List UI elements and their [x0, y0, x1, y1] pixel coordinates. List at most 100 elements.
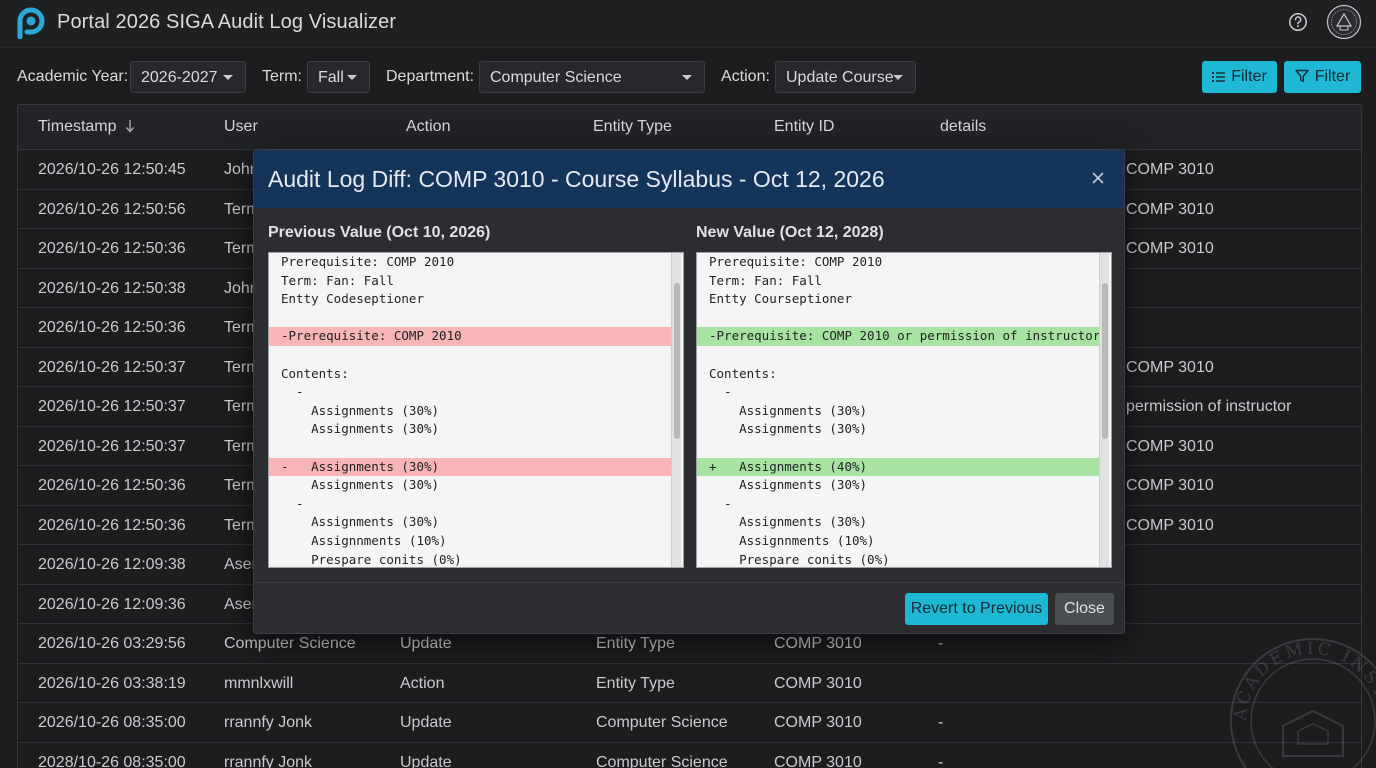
entity-type-cell: Entity Type: [596, 674, 675, 692]
scroll-thumb[interactable]: [1102, 283, 1108, 439]
department-select[interactable]: Computer Science: [479, 61, 705, 93]
institution-seal-icon[interactable]: [1326, 4, 1362, 40]
details-cell: -: [938, 714, 944, 731]
previous-value-pane[interactable]: Prerequisite: COMP 2010 Term: Fan: Fall En…: [268, 252, 684, 568]
chevron-down-icon: [682, 75, 692, 80]
action-cell: Update: [400, 753, 452, 768]
details-cell: -: [938, 635, 944, 652]
entity-id-cell: COMP 3010: [774, 674, 862, 692]
action-cell: Update: [400, 714, 452, 731]
timestamp-cell: 2026/10-26 12:50:56: [38, 200, 186, 218]
action-cell: Update: [400, 635, 452, 652]
deleted-line: - Assignments (30%): [269, 457, 671, 477]
action-label: Action:: [721, 68, 770, 85]
timestamp-cell: 2026/10-26 03:29:56: [38, 635, 186, 652]
action-cell: Action: [400, 674, 445, 692]
timestamp-cell: 2026/10-26 03:38:19: [38, 674, 186, 692]
code-line: -: [281, 495, 304, 511]
action-value: Update Course: [786, 69, 894, 86]
table-row[interactable]: 2026/10-26 03:38:19 mmnlxwill Action Entity…: [18, 664, 1361, 703]
code-line: Entty Courseptioner: [709, 291, 852, 307]
close-button[interactable]: Close: [1055, 593, 1114, 625]
code-line: Assignnments (10%): [281, 532, 447, 548]
chevron-down-icon: [347, 75, 357, 80]
deleted-line: -Prerequisite: COMP 2010: [269, 327, 671, 346]
filter-list-button[interactable]: Filter: [1202, 61, 1277, 93]
new-scrollbar[interactable]: [1099, 253, 1109, 567]
entity-id-cell: COMP 3010: [774, 635, 862, 652]
code-line: Contents:: [281, 365, 349, 381]
details-cell: -: [938, 753, 944, 768]
sort-down-icon[interactable]: [125, 119, 135, 133]
action-select[interactable]: Update Course: [775, 61, 916, 93]
modal-header: Audit Log Diff: COMP 3010 - Course Sylla…: [254, 150, 1124, 208]
funnel-icon: [1295, 69, 1309, 83]
term-value: Fall: [318, 69, 344, 86]
timestamp-cell: 2026/10-26 12:50:36: [38, 477, 186, 494]
previous-scrollbar[interactable]: [671, 253, 681, 567]
modal-footer: Revert to Previous Close: [254, 582, 1124, 634]
academic-year-select[interactable]: 2026-2027: [130, 61, 246, 93]
timestamp-cell: 2026/10-26 12:50:37: [38, 437, 186, 455]
department-value: Computer Science: [490, 69, 622, 86]
modal-title: Audit Log Diff: COMP 3010 - Course Sylla…: [268, 166, 885, 192]
timestamp-cell: 2026/10-26 12:50:36: [38, 319, 186, 336]
code-line: Assignments (30%): [709, 402, 868, 418]
scroll-thumb[interactable]: [674, 283, 680, 439]
user-cell: mmnlxwill: [224, 674, 294, 692]
code-line: Assignments (30%): [281, 514, 440, 530]
timestamp-cell: 2026/10-26 08:35:00: [38, 714, 186, 731]
close-icon[interactable]: [1090, 170, 1106, 186]
user-cell: rrannfy Jonk: [224, 714, 313, 731]
code-line: Assignments (30%): [281, 477, 440, 493]
timestamp-cell: 2026/10-26 12:50:37: [38, 358, 186, 376]
help-icon[interactable]: [1288, 12, 1308, 32]
new-code-block: Prerequisite: COMP 2010 Term: Fan: Fall En…: [697, 253, 1100, 567]
table-row[interactable]: 2026/10-26 08:35:00 rrannfy Jonk Update Com…: [18, 703, 1361, 743]
column-header-user[interactable]: User: [224, 118, 258, 136]
column-header-entity-type[interactable]: Entity Type: [593, 118, 672, 136]
code-line: -: [281, 384, 304, 400]
timestamp-cell: 2026/10-26 12:50:38: [38, 279, 186, 297]
list-icon: [1212, 72, 1226, 82]
portal-logo-icon[interactable]: [16, 7, 46, 39]
new-value-pane[interactable]: Prerequisite: COMP 2010 Term: Fan: Fall En…: [696, 252, 1112, 568]
details-cell: COMP 3010: [1126, 240, 1214, 257]
academic-year-value: 2026-2027: [141, 69, 218, 86]
code-line: Entty Codeseptioner: [281, 291, 424, 307]
timestamp-cell: 2028/10-26 08:35:00: [38, 753, 186, 768]
department-label: Department:: [386, 68, 475, 85]
timestamp-cell: 2026/10-26 12:50:45: [38, 161, 186, 178]
term-select[interactable]: Fall: [307, 61, 370, 93]
entity-type-cell: Entity Type: [596, 635, 675, 652]
chevron-down-icon: [893, 75, 903, 80]
column-header-action[interactable]: Action: [406, 118, 450, 136]
entity-id-cell: COMP 3010: [774, 753, 862, 768]
entity-id-cell: COMP 3010: [774, 714, 862, 731]
academic-seal-watermark: ACADEMIC INSTITUTE: [1228, 636, 1376, 768]
details-cell: permission of instructor: [1126, 398, 1292, 415]
column-header-entity-id[interactable]: Entity ID: [774, 118, 834, 136]
details-cell: COMP 3010: [1126, 200, 1214, 218]
added-line: -Prerequisite: COMP 2010 or permission o…: [697, 327, 1100, 346]
code-line: Assignments (30%): [709, 421, 868, 437]
code-line: Assignments (30%): [281, 402, 440, 418]
app-title: Portal 2026 SIGA Audit Log Visualizer: [57, 11, 397, 33]
details-cell: COMP 3010: [1126, 477, 1214, 494]
column-header-details[interactable]: details: [940, 118, 986, 136]
table-row[interactable]: 2028/10-26 08:35:00 rrannfy Jonk Update Com…: [18, 743, 1361, 768]
details-cell: COMP 3010: [1126, 516, 1214, 534]
code-line: Term: Fan: Fall: [281, 272, 394, 288]
filter-funnel-button[interactable]: Filter: [1284, 61, 1361, 93]
column-header-timestamp[interactable]: Timestamp: [38, 118, 135, 136]
revert-button[interactable]: Revert to Previous: [905, 593, 1048, 625]
previous-value-title: Previous Value (Oct 10, 2026): [268, 224, 491, 241]
code-line: Term: Fan: Fall: [709, 272, 822, 288]
code-line: Assignments (30%): [709, 477, 868, 493]
entity-type-cell: Computer Science: [596, 753, 728, 768]
code-line: -: [709, 384, 732, 400]
